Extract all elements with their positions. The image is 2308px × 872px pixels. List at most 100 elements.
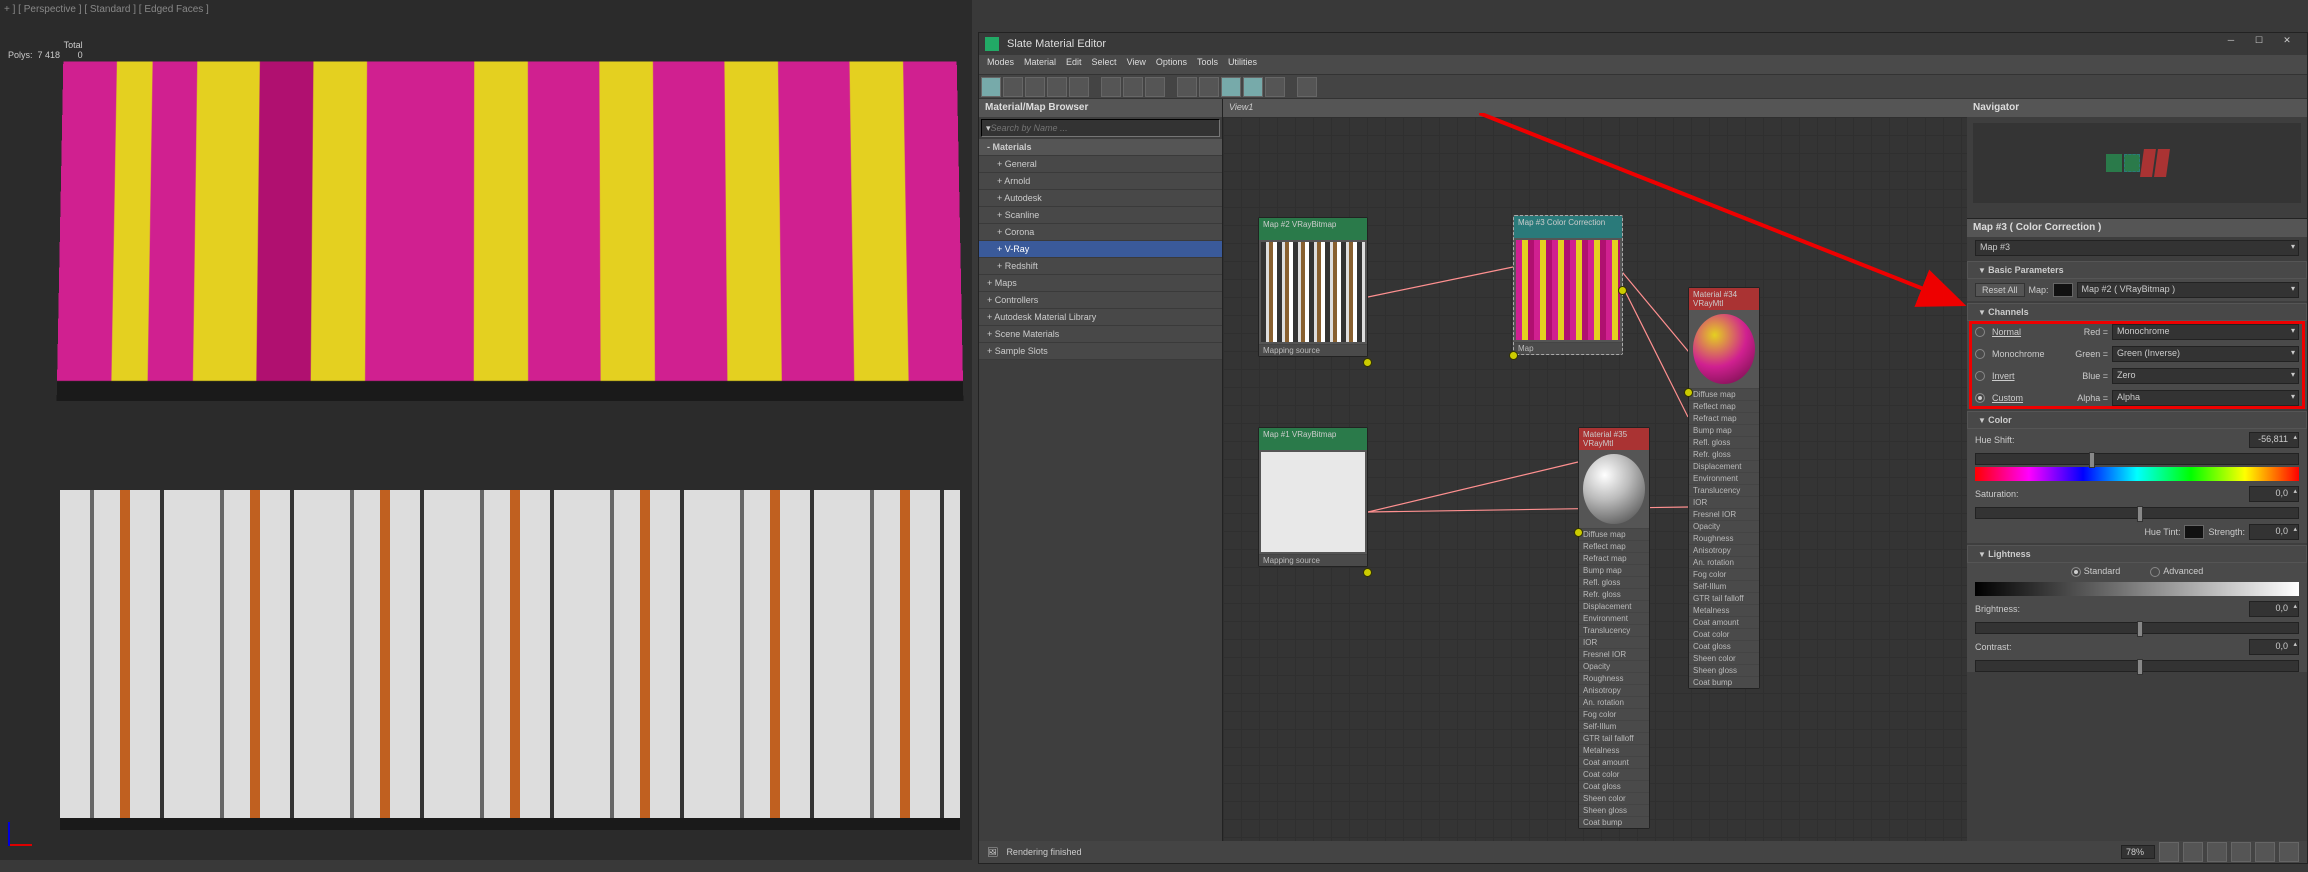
tool-assign[interactable] bbox=[1025, 77, 1045, 97]
nav-region-icon[interactable] bbox=[2231, 842, 2251, 862]
browser-item[interactable]: + General bbox=[979, 156, 1222, 173]
tool-render[interactable] bbox=[1265, 77, 1285, 97]
node-input-socket[interactable]: Refr. gloss bbox=[1579, 588, 1649, 600]
tool-sample[interactable] bbox=[1003, 77, 1023, 97]
node-input-socket[interactable]: GTR tail falloff bbox=[1689, 592, 1759, 604]
node-input-socket[interactable]: Translucency bbox=[1689, 484, 1759, 496]
viewport-object-bottom[interactable] bbox=[60, 490, 960, 830]
tool-layout-h[interactable] bbox=[1101, 77, 1121, 97]
node-input-socket[interactable]: Anisotropy bbox=[1689, 544, 1759, 556]
node-map2-output[interactable]: Mapping source bbox=[1259, 344, 1367, 356]
brightness-slider[interactable] bbox=[1975, 622, 2299, 634]
node-input-socket[interactable]: Coat bump bbox=[1689, 676, 1759, 688]
radio-normal[interactable] bbox=[1975, 327, 1985, 337]
tool-pick-mat[interactable] bbox=[1297, 77, 1317, 97]
browser-search[interactable]: ▾ bbox=[981, 119, 1220, 137]
node-input-socket[interactable]: Coat color bbox=[1689, 628, 1759, 640]
node-input-socket[interactable]: Coat gloss bbox=[1579, 780, 1649, 792]
node-input-socket[interactable]: Metalness bbox=[1579, 744, 1649, 756]
node-input-socket[interactable]: Coat gloss bbox=[1689, 640, 1759, 652]
close-button[interactable]: ✕ bbox=[2273, 35, 2301, 53]
saturation-slider[interactable] bbox=[1975, 507, 2299, 519]
menu-edit[interactable]: Edit bbox=[1066, 57, 1082, 72]
node-input-socket[interactable]: Fog color bbox=[1689, 568, 1759, 580]
node-input-socket[interactable]: Sheen gloss bbox=[1579, 804, 1649, 816]
node-input-socket[interactable]: Fresnel IOR bbox=[1579, 648, 1649, 660]
node-input-socket[interactable]: Bump map bbox=[1579, 564, 1649, 576]
nav-pan-view-icon[interactable] bbox=[2279, 842, 2299, 862]
node-map1-output[interactable]: Mapping source bbox=[1259, 554, 1367, 566]
tool-move[interactable] bbox=[1069, 77, 1089, 97]
browser-item[interactable]: - Materials bbox=[979, 139, 1222, 156]
node-input-socket[interactable]: Fresnel IOR bbox=[1689, 508, 1759, 520]
nav-extents-icon[interactable] bbox=[2207, 842, 2227, 862]
browser-item[interactable]: + Arnold bbox=[979, 173, 1222, 190]
node-input-socket[interactable]: Displacement bbox=[1689, 460, 1759, 472]
browser-item[interactable]: + Autodesk bbox=[979, 190, 1222, 207]
menu-utilities[interactable]: Utilities bbox=[1228, 57, 1257, 72]
node-input-socket[interactable]: Translucency bbox=[1579, 624, 1649, 636]
menu-view[interactable]: View bbox=[1127, 57, 1146, 72]
node-input-socket[interactable]: Roughness bbox=[1689, 532, 1759, 544]
hue-shift-spinner[interactable]: -56,811 bbox=[2249, 432, 2299, 448]
node-input-socket[interactable]: Bump map bbox=[1689, 424, 1759, 436]
browser-item[interactable]: + Scene Materials bbox=[979, 326, 1222, 343]
node-input-socket[interactable]: Diffuse map bbox=[1579, 528, 1649, 540]
menu-material[interactable]: Material bbox=[1024, 57, 1056, 72]
node-mat35[interactable]: Material #35 VRayMtl Diffuse mapReflect … bbox=[1578, 427, 1650, 829]
node-input-socket[interactable]: Refr. gloss bbox=[1689, 448, 1759, 460]
browser-item[interactable]: + Scanline bbox=[979, 207, 1222, 224]
node-input-socket[interactable]: Coat amount bbox=[1689, 616, 1759, 628]
slate-titlebar[interactable]: Slate Material Editor ─ ☐ ✕ bbox=[979, 33, 2307, 55]
browser-item[interactable]: + V-Ray bbox=[979, 241, 1222, 258]
radio-custom[interactable] bbox=[1975, 393, 1985, 403]
nav-zoom-sel-icon[interactable] bbox=[2255, 842, 2275, 862]
rollout-color[interactable]: Color bbox=[1967, 411, 2307, 429]
radio-monochrome[interactable] bbox=[1975, 349, 1985, 359]
menu-select[interactable]: Select bbox=[1092, 57, 1117, 72]
node-graph-canvas[interactable]: Map #2 VRayBitmap Mapping source Map #3 … bbox=[1223, 117, 1967, 841]
alpha-channel-dropdown[interactable]: Alpha bbox=[2112, 390, 2299, 406]
map-name-input[interactable]: Map #3 bbox=[1975, 240, 2299, 256]
viewport-object-top[interactable] bbox=[57, 61, 964, 401]
map-slot-button[interactable]: Map #2 ( VRayBitmap ) bbox=[2077, 282, 2299, 298]
blue-channel-dropdown[interactable]: Zero bbox=[2112, 368, 2299, 384]
node-input-socket[interactable]: Refract map bbox=[1579, 552, 1649, 564]
node-input-socket[interactable]: Reflect map bbox=[1689, 400, 1759, 412]
tool-pick[interactable] bbox=[981, 77, 1001, 97]
node-input-socket[interactable]: Sheen color bbox=[1689, 652, 1759, 664]
rollout-basic[interactable]: Basic Parameters bbox=[1967, 261, 2307, 279]
red-channel-dropdown[interactable]: Monochrome bbox=[2112, 324, 2299, 340]
tool-delete[interactable] bbox=[1047, 77, 1067, 97]
strength-spinner[interactable]: 0,0 bbox=[2249, 524, 2299, 540]
browser-item[interactable]: + Redshift bbox=[979, 258, 1222, 275]
nav-pan-icon[interactable] bbox=[2159, 842, 2179, 862]
hue-tint-swatch[interactable] bbox=[2184, 525, 2204, 539]
node-map3-input[interactable]: Map bbox=[1514, 342, 1622, 354]
axis-gizmo-icon[interactable] bbox=[8, 816, 38, 846]
node-input-socket[interactable]: Opacity bbox=[1579, 660, 1649, 672]
node-map1-header[interactable]: Map #1 VRayBitmap bbox=[1259, 428, 1367, 450]
node-input-socket[interactable]: IOR bbox=[1689, 496, 1759, 508]
node-map1[interactable]: Map #1 VRayBitmap Mapping source bbox=[1258, 427, 1368, 567]
view-tab[interactable]: View1 bbox=[1223, 99, 1967, 117]
node-input-socket[interactable]: Coat color bbox=[1579, 768, 1649, 780]
tool-preview[interactable] bbox=[1221, 77, 1241, 97]
node-input-socket[interactable]: Reflect map bbox=[1579, 540, 1649, 552]
browser-item[interactable]: + Sample Slots bbox=[979, 343, 1222, 360]
menu-options[interactable]: Options bbox=[1156, 57, 1187, 72]
radio-standard[interactable] bbox=[2071, 567, 2081, 577]
tool-layout-v[interactable] bbox=[1123, 77, 1143, 97]
node-mat35-header[interactable]: Material #35 VRayMtl bbox=[1579, 428, 1649, 450]
node-input-socket[interactable]: Anisotropy bbox=[1579, 684, 1649, 696]
browser-item[interactable]: + Autodesk Material Library bbox=[979, 309, 1222, 326]
node-map2[interactable]: Map #2 VRayBitmap Mapping source bbox=[1258, 217, 1368, 357]
nav-zoom-icon[interactable] bbox=[2183, 842, 2203, 862]
node-input-socket[interactable]: Refl. gloss bbox=[1689, 436, 1759, 448]
menu-tools[interactable]: Tools bbox=[1197, 57, 1218, 72]
node-input-socket[interactable]: Roughness bbox=[1579, 672, 1649, 684]
rollout-channels[interactable]: Channels bbox=[1967, 303, 2307, 321]
node-input-socket[interactable]: Environment bbox=[1579, 612, 1649, 624]
browser-item[interactable]: + Maps bbox=[979, 275, 1222, 292]
node-input-socket[interactable]: Displacement bbox=[1579, 600, 1649, 612]
